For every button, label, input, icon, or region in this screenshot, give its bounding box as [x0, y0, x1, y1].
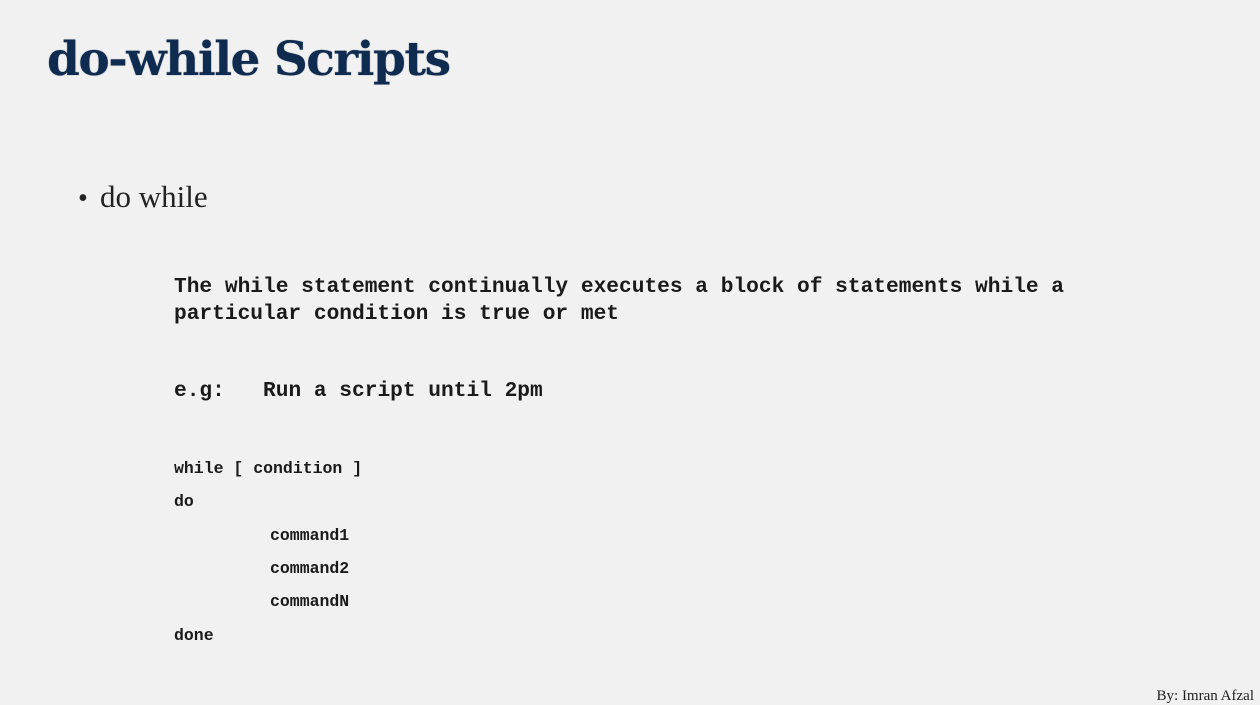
bullet-text: do while — [100, 179, 208, 214]
code-done-line: done — [174, 626, 214, 645]
code-do-line: do — [174, 492, 194, 511]
example-line: e.g: Run a script until 2pm — [174, 378, 543, 405]
slide: do-while Scripts • do while The while sta… — [0, 0, 1260, 705]
code-commandN-line: commandN — [270, 592, 350, 611]
code-while-line: while [ condition ] — [174, 459, 363, 478]
description-text: The while statement continually executes… — [174, 275, 1065, 326]
code-command1-line: command1 — [270, 526, 350, 545]
bullet-item: • do while — [78, 178, 208, 216]
bullet-dot-icon: • — [78, 183, 88, 214]
example-label: e.g: — [174, 379, 225, 403]
author-footer: By: Imran Afzal — [1156, 688, 1254, 704]
example-text: Run a script until 2pm — [263, 379, 543, 403]
slide-title: do-while Scripts — [47, 32, 451, 87]
code-command2-line: command2 — [270, 559, 350, 578]
